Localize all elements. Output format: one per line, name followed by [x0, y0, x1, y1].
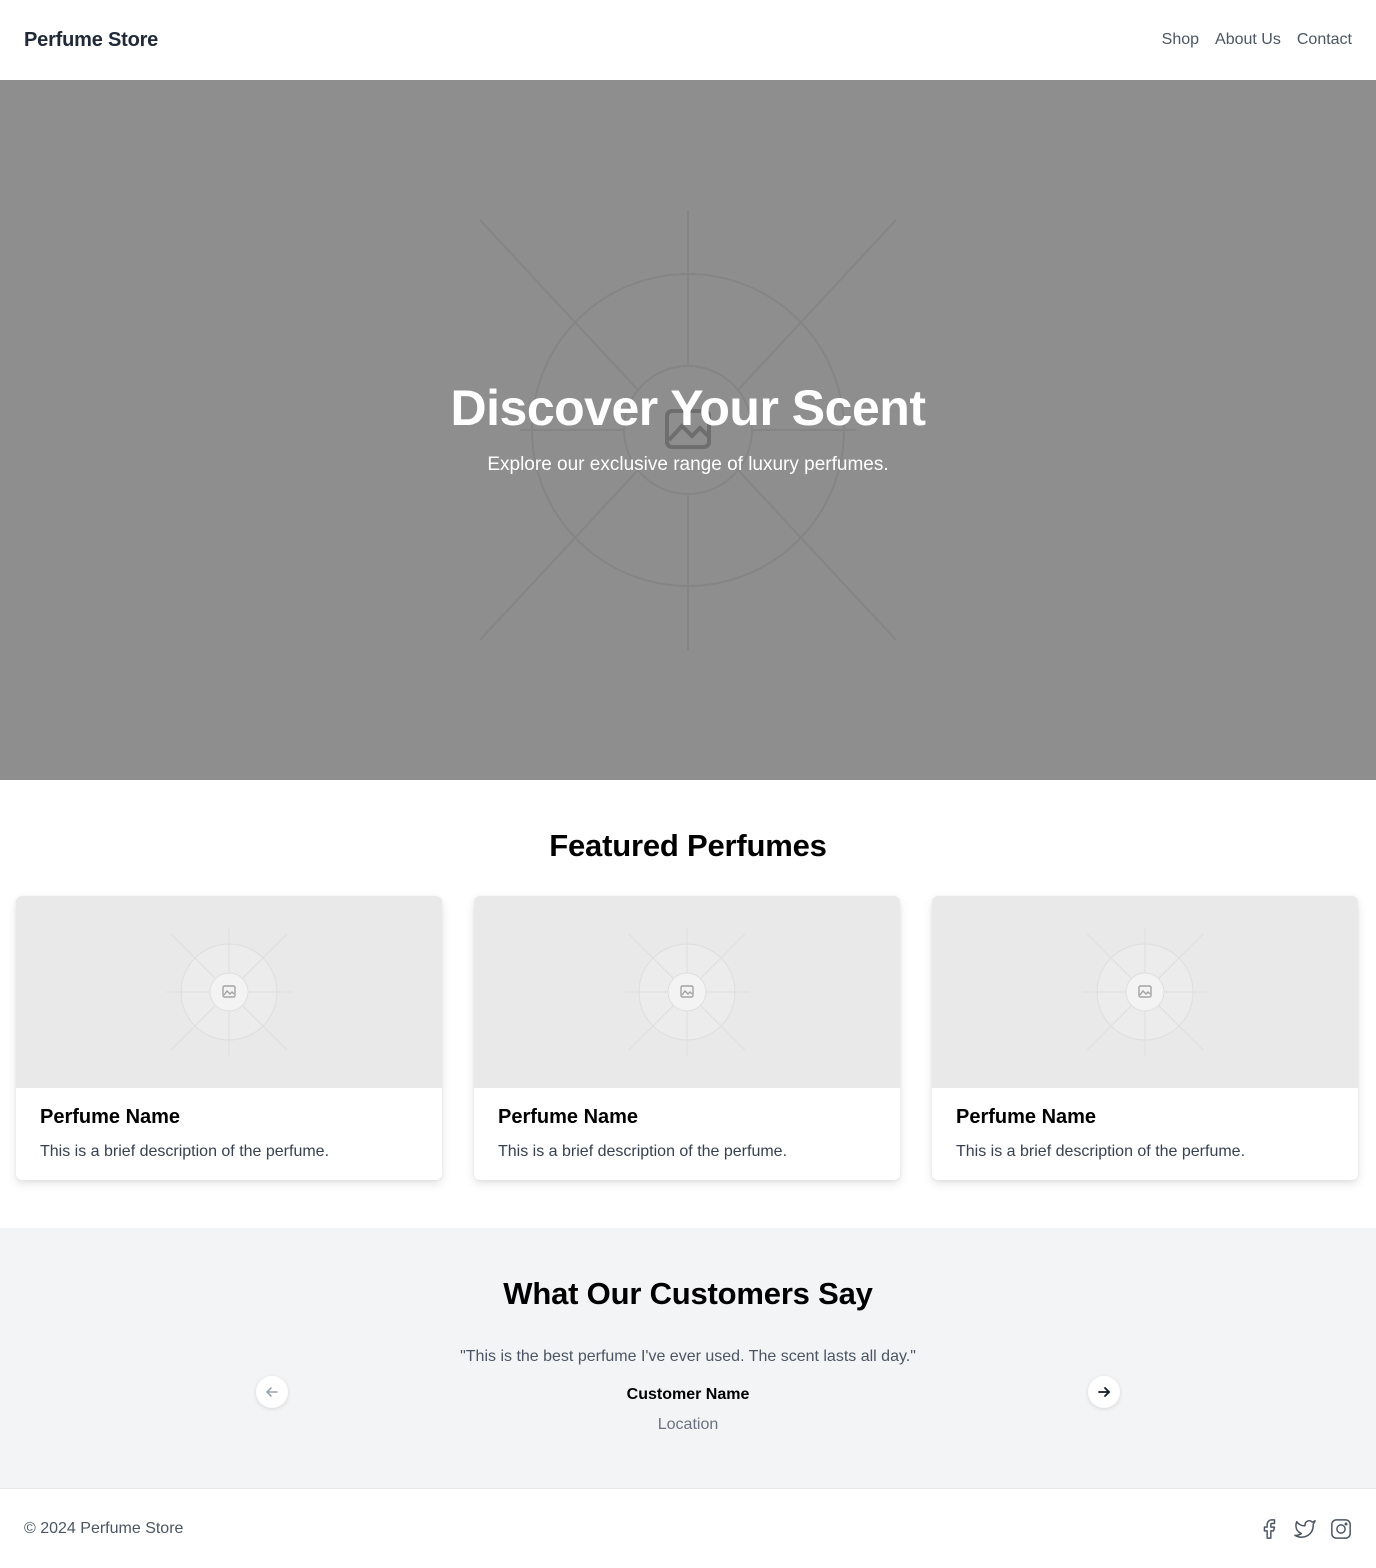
nav-link-about[interactable]: About Us [1215, 31, 1281, 49]
copyright-text: © 2024 Perfume Store [24, 1519, 184, 1537]
image-placeholder-icon [166, 928, 292, 1056]
brand-logo[interactable]: Perfume Store [24, 29, 158, 52]
product-card[interactable]: Perfume Name This is a brief description… [16, 896, 442, 1180]
instagram-icon[interactable] [1330, 1518, 1352, 1540]
testimonials-title: What Our Customers Say [503, 1276, 873, 1311]
nav-link-contact[interactable]: Contact [1297, 31, 1352, 49]
product-image [16, 896, 442, 1088]
nav-link-shop[interactable]: Shop [1162, 31, 1199, 49]
product-image [474, 896, 900, 1088]
product-card[interactable]: Perfume Name This is a brief description… [474, 896, 900, 1180]
hero-section: Discover Your Scent Explore our exclusiv… [0, 80, 1376, 780]
hero-title: Discover Your Scent [450, 380, 926, 436]
product-card[interactable]: Perfume Name This is a brief description… [932, 896, 1358, 1180]
product-name: Perfume Name [40, 1106, 181, 1128]
carousel-prev-button[interactable] [256, 1376, 288, 1408]
product-card-body: Perfume Name This is a brief description… [932, 1088, 1358, 1161]
main-nav: Shop About Us Contact [1162, 31, 1352, 49]
product-card-body: Perfume Name This is a brief description… [16, 1088, 442, 1161]
hero-subtitle: Explore our exclusive range of luxury pe… [487, 454, 889, 475]
testimonial-quote: "This is the best perfume I've ever used… [460, 1348, 916, 1365]
site-footer: © 2024 Perfume Store [0, 1488, 1376, 1568]
featured-title: Featured Perfumes [549, 828, 827, 863]
product-cards: Perfume Name This is a brief description… [16, 896, 1360, 1180]
testimonial-customer-name: Customer Name [626, 1386, 750, 1403]
product-image [932, 896, 1358, 1088]
social-links [1258, 1518, 1352, 1540]
product-description: This is a brief description of the perfu… [498, 1143, 788, 1160]
product-name: Perfume Name [956, 1106, 1097, 1128]
site-header: Perfume Store Shop About Us Contact [0, 0, 1376, 80]
hero-content: Discover Your Scent Explore our exclusiv… [0, 380, 1376, 476]
image-placeholder-icon [1082, 928, 1208, 1056]
image-placeholder-icon [624, 928, 750, 1056]
product-card-body: Perfume Name This is a brief description… [474, 1088, 900, 1161]
testimonials-section: What Our Customers Say "This is the best… [0, 1228, 1376, 1488]
product-description: This is a brief description of the perfu… [40, 1143, 330, 1160]
facebook-icon[interactable] [1258, 1518, 1280, 1540]
product-description: This is a brief description of the perfu… [956, 1143, 1246, 1160]
featured-section: Featured Perfumes Perfume Name This is a… [0, 780, 1376, 1228]
product-name: Perfume Name [498, 1106, 639, 1128]
carousel-next-button[interactable] [1088, 1376, 1120, 1408]
arrow-left-icon [266, 1387, 278, 1397]
arrow-right-icon [1098, 1387, 1110, 1397]
testimonial-location: Location [657, 1416, 719, 1433]
twitter-icon[interactable] [1294, 1518, 1316, 1540]
